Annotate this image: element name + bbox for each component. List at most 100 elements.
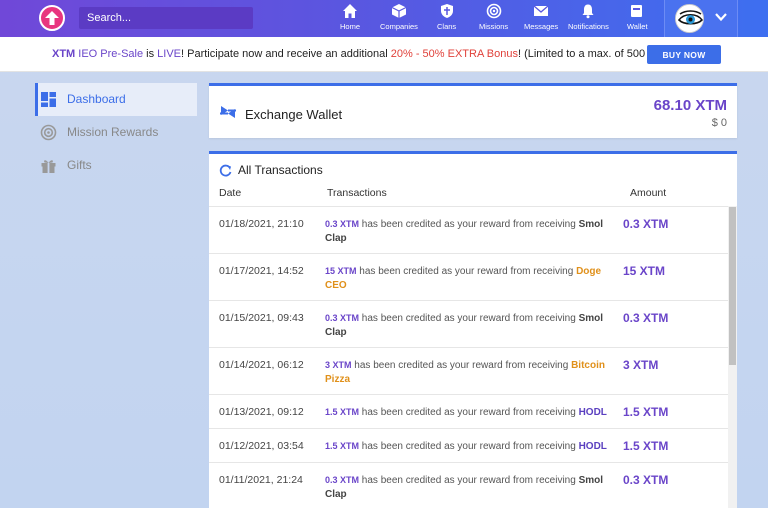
table-row: 01/17/2021, 14:52 15 XTM has been credit… [209,253,728,300]
column-header-transactions: Transactions [327,187,387,199]
t-logo-icon[interactable] [39,5,65,31]
row-desc-amount: 1.5 XTM [325,407,360,417]
chevron-down-icon[interactable] [715,12,727,22]
row-amount: 0.3 XTM [623,473,669,487]
row-desc-text: has been credited as your reward from re… [359,407,579,418]
table-row: 01/11/2021, 21:24 0.3 XTM has been credi… [209,462,728,508]
row-desc-text: has been credited as your reward from re… [359,313,579,324]
home-icon [343,4,357,18]
wallet-usd-value: $ 0 [711,117,727,129]
row-desc-amount: 0.3 XTM [325,313,360,323]
row-desc-source[interactable]: HODL [579,407,607,418]
row-desc-amount: 3 XTM [325,360,352,370]
row-amount: 3 XTM [623,358,659,372]
promo-xtm: XTM [52,48,76,60]
row-description: 0.3 XTM has been credited as your reward… [325,311,615,340]
promo-part1: ! Participate now and receive an additio… [181,48,391,60]
shield-icon [440,4,453,18]
row-desc-source[interactable]: HODL [579,441,607,452]
envelope-icon [533,5,549,16]
transactions-title: All Transactions [238,163,323,177]
row-desc-text: has been credited as your reward from re… [351,360,572,371]
nav-wallet-label: Wallet [627,22,648,31]
bell-icon [582,4,594,19]
promo-live: LIVE [157,48,182,60]
sidebar-item-label: Mission Rewards [67,125,159,139]
row-date: 01/15/2021, 09:43 [219,312,304,324]
nav-wallet[interactable]: Wallet [627,3,648,35]
table-row: 01/12/2021, 03:54 1.5 XTM has been credi… [209,428,728,462]
row-date: 01/17/2021, 14:52 [219,265,304,277]
column-header-amount: Amount [630,187,667,199]
transactions-card: All Transactions Date Transactions Amoun… [209,151,737,508]
row-description: 1.5 XTM has been credited as your reward… [325,405,615,420]
sidebar-item-dashboard[interactable]: Dashboard [40,89,126,109]
cube-icon [391,4,407,18]
row-desc-text: has been credited as your reward from re… [359,475,579,486]
search-input[interactable] [79,7,253,29]
row-date: 01/18/2021, 21:10 [219,218,304,230]
promo-ieo: IEO Pre-Sale [75,48,144,60]
row-description: 0.3 XTM has been credited as your reward… [325,217,615,246]
nav-notifications-label: Notifications [568,22,609,31]
nav-clans-label: Clans [437,22,457,31]
promo-is: is [143,48,158,60]
row-amount: 1.5 XTM [623,405,669,419]
sidebar-item-label: Gifts [67,158,92,172]
nav-clans[interactable]: Clans [437,3,456,35]
column-header-date: Date [219,187,242,199]
row-date: 01/11/2021, 21:24 [219,474,303,486]
nav-messages-label: Messages [524,22,559,31]
table-row: 01/14/2021, 06:12 3 XTM has been credite… [209,347,728,394]
row-date: 01/12/2021, 03:54 [219,440,304,452]
wallet-icon [631,5,643,17]
row-description: 3 XTM has been credited as your reward f… [325,358,615,387]
target-icon [40,124,57,140]
row-amount: 1.5 XTM [623,439,669,453]
gift-icon [41,159,56,173]
top-navbar: Home Companies Clans Missions Messages N… [0,0,768,37]
row-date: 01/14/2021, 06:12 [219,359,304,371]
sidebar-item-mission-rewards[interactable]: Mission Rewards [40,122,158,142]
row-amount: 0.3 XTM [623,311,669,325]
row-desc-text: has been credited as your reward from re… [356,266,577,277]
sidebar-item-gifts[interactable]: Gifts [40,155,92,175]
scrollbar-thumb[interactable] [729,207,736,365]
target-icon [486,3,501,19]
nav-notifications[interactable]: Notifications [568,3,609,35]
buy-now-button[interactable]: BUY NOW [647,45,721,64]
row-desc-text: has been credited as your reward from re… [359,219,579,230]
promo-bonus: 20% - 50% EXTRA Bonus [390,48,518,60]
row-desc-text: has been credited as your reward from re… [359,441,579,452]
table-row: 01/15/2021, 09:43 0.3 XTM has been credi… [209,300,728,347]
nav-companies[interactable]: Companies [380,3,418,35]
nav-home-label: Home [340,22,361,31]
row-desc-amount: 0.3 XTM [325,219,360,229]
promo-banner: XTM IEO Pre-Sale is LIVE! Participate no… [0,37,768,72]
exchange-wallet-card: Exchange Wallet 68.10 XTM $ 0 [209,83,737,138]
sidebar-item-label: Dashboard [67,92,126,106]
wallet-balance: 68.10 XTM [653,97,727,114]
nav-messages[interactable]: Messages [524,3,558,35]
table-row: 01/18/2021, 21:10 0.3 XTM has been credi… [209,206,728,253]
row-description: 1.5 XTM has been credited as your reward… [325,439,615,454]
exchange-arrows-icon [220,106,236,118]
nav-companies-label: Companies [380,22,418,31]
row-desc-amount: 1.5 XTM [325,441,360,451]
row-amount: 15 XTM [623,264,666,278]
row-amount: 0.3 XTM [623,217,669,231]
nav-missions[interactable]: Missions [479,3,508,35]
table-row: 01/13/2021, 09:12 1.5 XTM has been credi… [209,394,728,428]
wallet-title: Exchange Wallet [245,107,343,122]
user-menu[interactable] [664,0,738,37]
avatar[interactable] [675,4,704,33]
row-description: 0.3 XTM has been credited as your reward… [325,473,615,502]
logo-arrow-icon [45,11,59,25]
row-desc-amount: 0.3 XTM [325,475,360,485]
dashboard-icon [41,91,56,107]
row-desc-amount: 15 XTM [325,266,357,276]
promo-text: XTM IEO Pre-Sale is LIVE! Participate no… [52,48,715,60]
nav-home[interactable]: Home [340,3,360,35]
nav-missions-label: Missions [479,22,509,31]
refresh-icon[interactable] [219,164,232,177]
